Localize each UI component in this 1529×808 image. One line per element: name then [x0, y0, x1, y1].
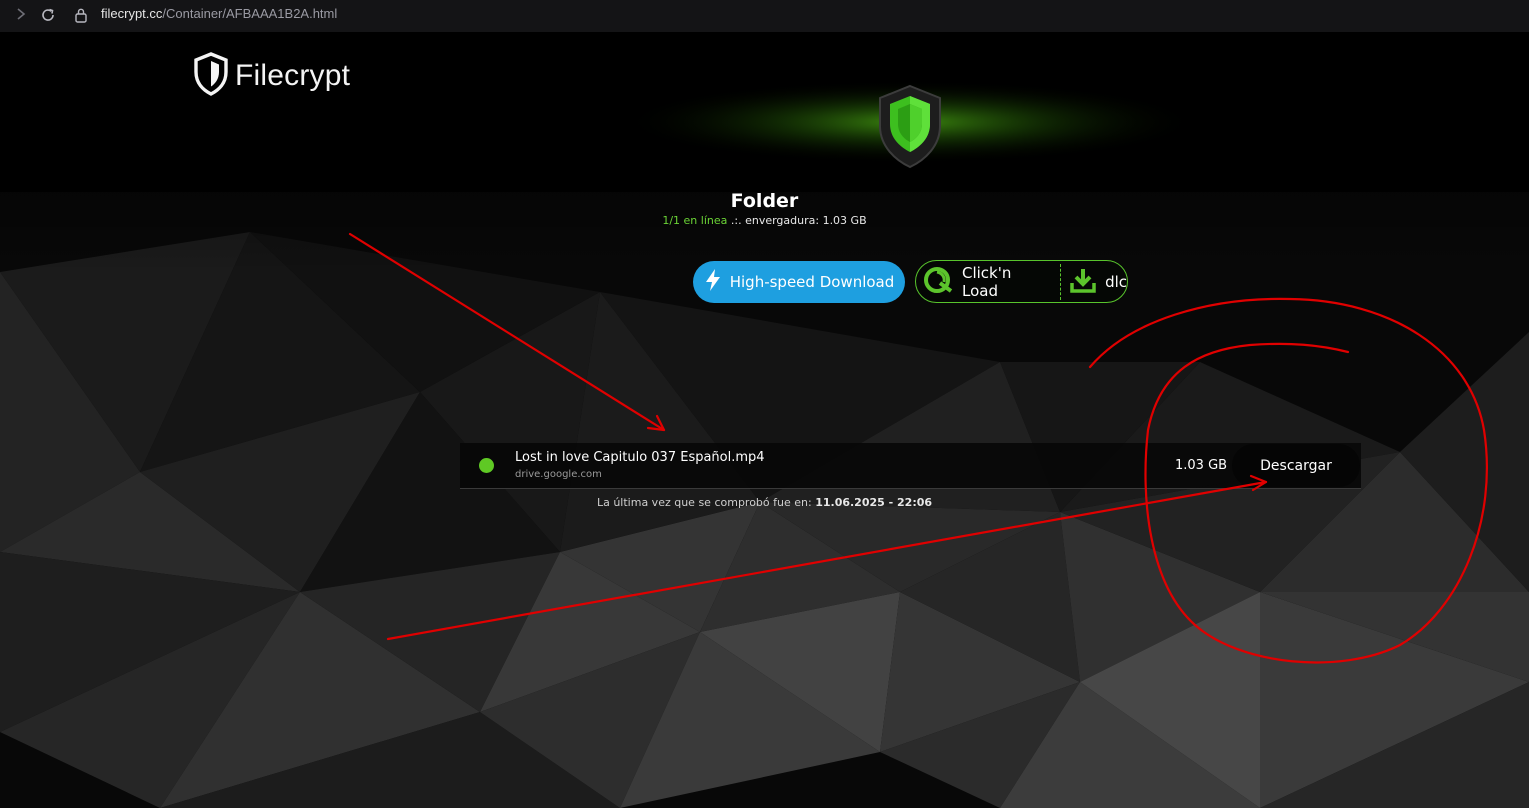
lightning-icon [704, 268, 722, 296]
container-download-group: Click'n Load dlc [915, 260, 1128, 303]
download-icon [1069, 266, 1097, 298]
background-pattern [0, 32, 1529, 808]
url-host: filecrypt.cc [101, 6, 163, 21]
address-bar[interactable]: filecrypt.cc/Container/AFBAAA1B2A.html [101, 6, 337, 21]
shield-logo-icon [193, 52, 229, 100]
last-check-info: La última vez que se comprobó fue en: 11… [0, 496, 1529, 509]
folder-size: envergadura: 1.03 GB [745, 214, 867, 227]
lock-icon[interactable] [74, 7, 88, 27]
online-status: 1/1 en línea [662, 214, 728, 227]
clicknload-button[interactable]: Click'n Load [916, 261, 1052, 302]
logo-text: Filecrypt [235, 59, 351, 92]
forward-icon[interactable] [14, 6, 28, 26]
folder-info: 1/1 en línea .:. envergadura: 1.03 GB [0, 214, 1529, 227]
highspeed-download-button[interactable]: High-speed Download [693, 261, 905, 303]
last-check-datetime: 11.06.2025 - 22:06 [815, 496, 933, 509]
site-logo[interactable]: Filecrypt [193, 52, 350, 100]
clicknload-label: Click'n Load [962, 263, 1012, 300]
info-separator: .:. [727, 214, 746, 227]
url-path: /Container/AFBAAA1B2A.html [162, 6, 338, 21]
shield-emblem-icon [877, 84, 943, 174]
file-row: Lost in love Capitulo 037 Español.mp4 dr… [460, 443, 1361, 489]
browser-toolbar: filecrypt.cc/Container/AFBAAA1B2A.html [0, 0, 1529, 32]
folder-title: Folder [730, 190, 799, 212]
online-status-dot [479, 458, 494, 473]
descargar-button[interactable]: Descargar [1232, 444, 1360, 487]
highspeed-download-label: High-speed Download [729, 273, 895, 291]
file-size: 1.03 GB [1175, 458, 1228, 473]
clicknload-icon [924, 265, 954, 299]
file-name: Lost in love Capitulo 037 Español.mp4 [515, 450, 765, 465]
dlc-button[interactable]: dlc [1061, 266, 1127, 298]
file-host: drive.google.com [515, 469, 602, 480]
reload-icon[interactable] [40, 7, 56, 27]
dlc-label: dlc [1105, 272, 1127, 291]
last-check-label: La última vez que se comprobó fue en: [596, 496, 816, 509]
